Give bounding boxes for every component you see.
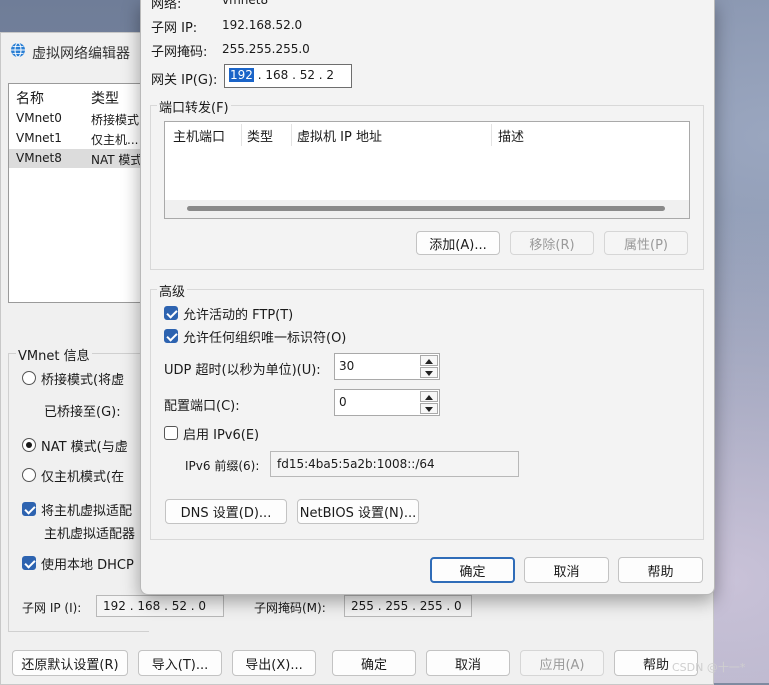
restore-defaults-button[interactable]: 还原默认设置(R): [12, 650, 128, 676]
column-name-header[interactable]: 名称: [16, 88, 44, 108]
dialog-ok-button[interactable]: 确定: [430, 557, 515, 583]
column-divider[interactable]: [491, 124, 492, 146]
decrement-arrow-icon[interactable]: [420, 403, 438, 414]
netbios-settings-button[interactable]: NetBIOS 设置(N)...: [297, 499, 419, 524]
nat-mode-label: NAT 模式(与虚: [41, 440, 128, 455]
connect-host-adapter-checkbox[interactable]: [22, 502, 36, 516]
add-port-forward-button[interactable]: 添加(A)...: [416, 231, 500, 255]
network-row-vmnet8[interactable]: VMnet8 NAT 模式: [9, 149, 143, 168]
allow-any-oui-label: 允许任何组织唯一标识符(O): [183, 331, 347, 346]
config-port-value: 0: [339, 395, 347, 409]
network-value: vmnet8: [222, 0, 269, 7]
dialog-cancel-button[interactable]: 取消: [524, 557, 609, 583]
increment-arrow-icon[interactable]: [420, 355, 438, 366]
network-name: VMnet1: [16, 131, 62, 145]
column-description[interactable]: 描述: [498, 126, 524, 145]
ipv6-prefix-field[interactable]: fd15:4ba5:5a2b:1008::/64: [270, 451, 519, 477]
ok-button[interactable]: 确定: [332, 650, 416, 676]
use-local-dhcp-checkbox[interactable]: [22, 556, 36, 570]
enable-ipv6-checkbox[interactable]: [164, 426, 178, 440]
network-row-vmnet1[interactable]: VMnet1 仅主机...: [9, 129, 143, 148]
cancel-button[interactable]: 取消: [426, 650, 510, 676]
column-divider[interactable]: [241, 124, 242, 146]
subnet-ip-label: 子网 IP (I):: [22, 601, 82, 615]
enable-ipv6-label: 启用 IPv6(E): [183, 428, 260, 443]
subnet-ip-label: 子网 IP:: [151, 21, 198, 36]
allow-any-oui-checkbox[interactable]: [164, 329, 178, 343]
network-type: NAT 模式: [91, 153, 143, 167]
subnet-mask-value: 255.255.255.0: [222, 42, 310, 56]
udp-timeout-label: UDP 超时(以秒为单位)(U):: [164, 363, 321, 378]
ipv6-prefix-label: IPv6 前缀(6):: [185, 459, 260, 473]
bridged-mode-radio[interactable]: [22, 371, 36, 385]
dns-settings-button[interactable]: DNS 设置(D)...: [165, 499, 287, 524]
connect-host-adapter-label: 将主机虚拟适配: [41, 504, 133, 519]
allow-active-ftp-checkbox[interactable]: [164, 306, 178, 320]
network-name: VMnet8: [16, 151, 62, 165]
column-vm-ip[interactable]: 虚拟机 IP 地址: [297, 126, 382, 145]
bridged-mode-label: 桥接模式(将虚: [41, 373, 125, 388]
column-type[interactable]: 类型: [247, 126, 273, 145]
network-list-header: 名称 类型: [9, 84, 143, 108]
network-name: VMnet0: [16, 111, 62, 125]
nat-mode-radio[interactable]: [22, 438, 36, 452]
subnet-mask-label: 子网掩码:: [151, 45, 208, 60]
decrement-arrow-icon[interactable]: [420, 367, 438, 378]
gateway-remaining-octets: . 168 . 52 . 2: [253, 68, 335, 82]
host-adapter-name-label: 主机虚拟适配器: [44, 527, 136, 542]
dialog-help-button[interactable]: 帮助: [618, 557, 703, 583]
subnet-ip-value: 192.168.52.0: [222, 18, 303, 32]
port-forwarding-table[interactable]: 主机端口 类型 虚拟机 IP 地址 描述: [164, 121, 690, 219]
subnet-mask-field[interactable]: 255 . 255 . 255 . 0: [344, 595, 472, 617]
network-type: 桥接模式: [91, 113, 140, 127]
network-list[interactable]: 名称 类型 VMnet0 桥接模式 VMnet1 仅主机... VMnet8 N…: [8, 83, 144, 303]
gateway-label: 网关 IP(G):: [151, 73, 218, 88]
bridged-to-label: 已桥接至(G):: [44, 405, 121, 420]
subnet-mask-label: 子网掩码(M):: [254, 601, 326, 615]
gateway-ip-input[interactable]: 192 . 168 . 52 . 2: [224, 64, 352, 88]
network-type: 仅主机...: [91, 133, 139, 147]
udp-timeout-value: 30: [339, 359, 355, 373]
apply-button[interactable]: 应用(A): [520, 650, 604, 676]
globe-icon: [11, 42, 25, 58]
column-host-port[interactable]: 主机端口: [173, 126, 225, 145]
import-button[interactable]: 导入(T)...: [138, 650, 222, 676]
vmnet-info-group: [8, 353, 149, 632]
vmnet-info-label: VMnet 信息: [16, 345, 92, 364]
column-divider[interactable]: [291, 124, 292, 146]
udp-timeout-stepper[interactable]: 30: [334, 353, 440, 380]
use-local-dhcp-label: 使用本地 DHCP: [41, 558, 134, 573]
gateway-selected-octet: 192: [229, 68, 254, 82]
subnet-ip-field[interactable]: 192 . 168 . 52 . 0: [96, 595, 224, 617]
config-port-label: 配置端口(C):: [164, 399, 240, 414]
allow-active-ftp-label: 允许活动的 FTP(T): [183, 308, 294, 323]
port-forward-properties-button[interactable]: 属性(P): [604, 231, 688, 255]
column-type-header[interactable]: 类型: [91, 88, 119, 108]
host-only-mode-label: 仅主机模式(在: [41, 470, 125, 485]
host-only-mode-radio[interactable]: [22, 468, 36, 482]
advanced-label: 高级: [157, 281, 188, 300]
increment-arrow-icon[interactable]: [420, 391, 438, 402]
port-forwarding-label: 端口转发(F): [157, 97, 231, 116]
config-port-stepper[interactable]: 0: [334, 389, 440, 416]
network-label: 网络:: [151, 0, 182, 12]
watermark: CSDN @十一*: [672, 661, 746, 674]
network-row-vmnet0[interactable]: VMnet0 桥接模式: [9, 109, 143, 128]
export-button[interactable]: 导出(X)...: [232, 650, 316, 676]
window-title: 虚拟网络编辑器: [32, 46, 130, 62]
horizontal-scrollbar-thumb[interactable]: [187, 206, 665, 211]
remove-port-forward-button[interactable]: 移除(R): [510, 231, 594, 255]
